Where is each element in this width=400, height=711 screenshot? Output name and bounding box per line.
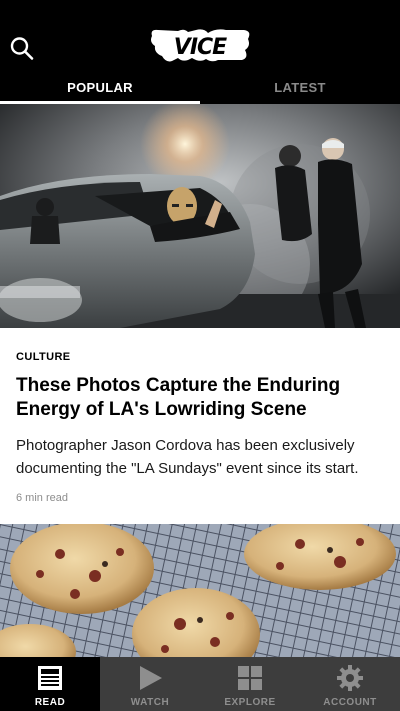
nav-account[interactable]: ACCOUNT <box>300 657 400 711</box>
next-article-image[interactable] <box>0 524 400 657</box>
feed-tabs: POPULAR LATEST <box>0 70 400 104</box>
logo-text: VICE <box>174 35 227 60</box>
nav-read-label: READ <box>34 697 66 708</box>
play-icon <box>140 666 162 690</box>
search-icon <box>10 37 34 60</box>
article-summary: Photographer Jason Cordova has been excl… <box>16 437 359 477</box>
article-category[interactable]: CULTURE <box>16 351 71 363</box>
nav-watch[interactable]: WATCH <box>100 657 200 711</box>
tab-popular[interactable]: POPULAR <box>0 70 200 104</box>
nav-read[interactable]: READ <box>0 657 100 711</box>
grid-icon <box>238 666 262 690</box>
article-hero-image[interactable] <box>0 104 400 328</box>
search-button[interactable] <box>8 34 36 62</box>
vice-logo: VICE <box>151 29 250 62</box>
nav-account-label: ACCOUNT <box>323 697 377 708</box>
nav-explore[interactable]: EXPLORE <box>200 657 300 711</box>
nav-watch-label: WATCH <box>130 697 170 708</box>
bottom-nav: READ WATCH EXPLORE ACCOUNT <box>0 657 400 711</box>
tab-latest[interactable]: LATEST <box>200 70 400 104</box>
article-feed[interactable]: CULTURE These Photos Capture the Endurin… <box>0 104 400 657</box>
read-icon <box>38 666 62 690</box>
article-read-time: 6 min read <box>16 492 68 504</box>
gear-icon <box>337 665 363 691</box>
nav-explore-label: EXPLORE <box>224 697 276 708</box>
article-headline[interactable]: These Photos Capture the Enduring Energy… <box>16 374 384 422</box>
app-header: VICE POPULAR LATEST <box>0 0 400 104</box>
